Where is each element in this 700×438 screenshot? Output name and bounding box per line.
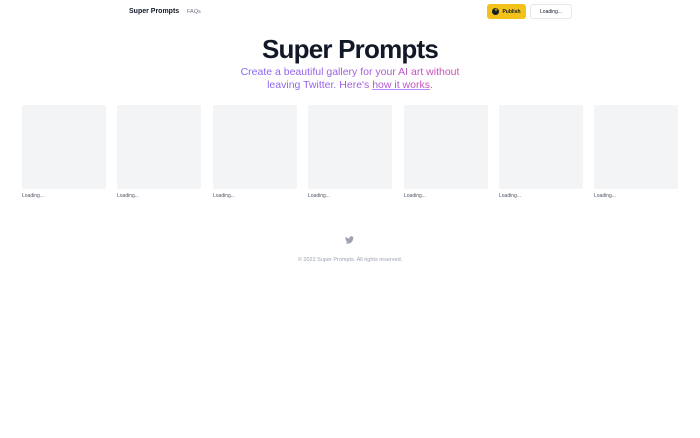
plus-circle-icon: + xyxy=(492,8,500,15)
gallery-card-label: Loading... xyxy=(117,193,139,199)
gallery-card-label: Loading... xyxy=(404,193,426,199)
gallery-card[interactable]: Loading... xyxy=(117,105,201,199)
twitter-icon[interactable] xyxy=(345,236,354,244)
gallery-card[interactable]: Loading... xyxy=(308,105,392,199)
gallery-card[interactable]: Loading... xyxy=(213,105,297,199)
publish-label: Publish xyxy=(502,8,521,15)
top-nav: Super Prompts FAQs + Publish Loading... xyxy=(0,0,700,24)
gallery-grid: Loading... Loading... Loading... Loading… xyxy=(22,105,700,205)
publish-button[interactable]: + Publish xyxy=(487,4,526,19)
gallery-card[interactable]: Loading... xyxy=(594,105,678,199)
gallery-card[interactable]: Loading... xyxy=(22,105,106,199)
hero-subtitle: Create a beautiful gallery for your AI a… xyxy=(225,66,475,92)
gallery-thumbnail[interactable] xyxy=(594,105,678,189)
gallery-thumbnail[interactable] xyxy=(404,105,488,189)
how-it-works-link[interactable]: how it works xyxy=(372,79,430,91)
subtitle-line-1: Create a beautiful gallery for your AI a… xyxy=(240,66,460,78)
gallery-thumbnail[interactable] xyxy=(499,105,583,189)
gallery-card[interactable]: Loading... xyxy=(499,105,583,199)
gallery-card-label: Loading... xyxy=(594,193,616,199)
subtitle-suffix: . xyxy=(429,79,433,91)
gallery-card-label: Loading... xyxy=(22,193,44,199)
gallery-thumbnail[interactable] xyxy=(22,105,106,189)
gallery-thumbnail[interactable] xyxy=(117,105,201,189)
user-menu-button[interactable]: Loading... xyxy=(530,4,572,19)
gallery-card-label: Loading... xyxy=(308,193,330,199)
gallery-thumbnail[interactable] xyxy=(213,105,297,189)
subtitle-line-2-prefix: leaving Twitter. Here's xyxy=(267,79,373,91)
page-title: Super Prompts xyxy=(262,34,439,64)
gallery-thumbnail[interactable] xyxy=(308,105,392,189)
footer-copyright: © 2022 Super Prompts. All rights reserve… xyxy=(297,257,403,263)
faq-link[interactable]: FAQs xyxy=(187,9,201,15)
gallery-card[interactable]: Loading... xyxy=(404,105,488,199)
gallery-card-label: Loading... xyxy=(213,193,235,199)
brand-link[interactable]: Super Prompts xyxy=(129,8,179,15)
gallery-card-label: Loading... xyxy=(499,193,521,199)
